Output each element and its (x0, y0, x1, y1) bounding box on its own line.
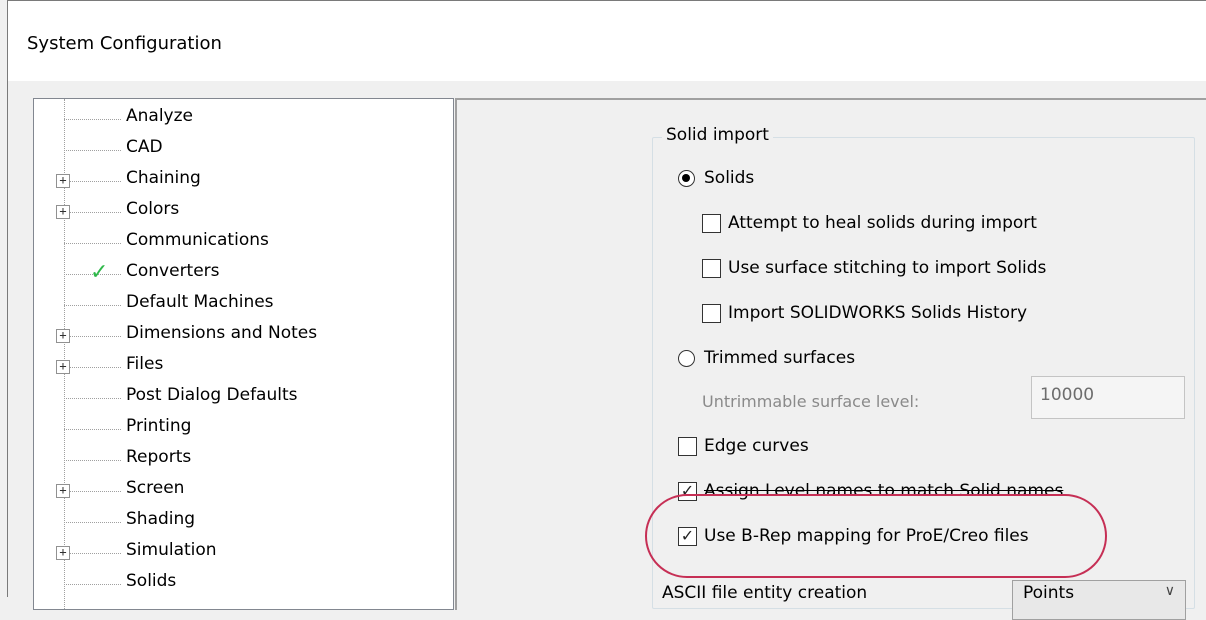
category-tree[interactable]: Analyze CAD + Chaining + Colors Communications… (33, 98, 454, 610)
expand-plus-icon[interactable]: + (56, 546, 70, 560)
checkmark-icon: ✓ (90, 260, 109, 285)
untrimmable-row: Untrimmable surface level: (702, 392, 919, 420)
tree-item-label: Dimensions and Notes (126, 323, 318, 343)
tree-item[interactable]: CAD (34, 134, 453, 165)
solidworks-history-label: Import SOLIDWORKS Solids History (728, 303, 1028, 323)
heal-solids-label: Attempt to heal solids during import (728, 213, 1037, 233)
heal-solids-checkbox[interactable] (702, 214, 721, 233)
solid-import-legend: Solid import (662, 125, 773, 145)
tree-connector (64, 429, 121, 430)
tree-item-label: Reports (126, 447, 192, 467)
ascii-entity-dropdown[interactable]: Points ∨ (1012, 580, 1186, 620)
highlight-ellipse (645, 494, 1107, 578)
tree-item[interactable]: + Files (34, 351, 453, 382)
ascii-entity-label: ASCII file entity creation (662, 583, 868, 603)
system-configuration-window: System Configuration Analyze CAD + Chaining… (7, 0, 1206, 620)
tree-item[interactable]: + Simulation (34, 537, 453, 568)
tree-connector (64, 522, 121, 523)
tree-item[interactable]: + Dimensions and Notes (34, 320, 453, 351)
untrimmable-level-input: 10000 (1031, 376, 1185, 419)
trimmed-surfaces-radio[interactable] (678, 350, 695, 367)
surface-stitching-label: Use surface stitching to import Solids (728, 258, 1047, 278)
tree-item-label: Communications (126, 230, 269, 250)
edge-curves-label: Edge curves (704, 436, 809, 456)
tree-item[interactable]: Communications (34, 227, 453, 258)
tree-item[interactable]: Post Dialog Defaults (34, 382, 453, 413)
tree-item[interactable]: Analyze (34, 103, 453, 134)
tree-item[interactable]: Reports (34, 444, 453, 475)
ascii-entity-value: Points (1023, 583, 1075, 603)
tree-item[interactable]: Shading (34, 506, 453, 537)
window-title: System Configuration (27, 33, 222, 54)
tree-connector (64, 119, 121, 120)
expand-plus-icon[interactable]: + (56, 329, 70, 343)
tree-item[interactable]: + Screen (34, 475, 453, 506)
tree-item[interactable]: + Colors (34, 196, 453, 227)
tree-connector (64, 367, 121, 368)
solids-radio[interactable] (678, 170, 695, 187)
expand-plus-icon[interactable]: + (56, 360, 70, 374)
tree-connector (64, 305, 121, 306)
tree-item-label: Printing (126, 416, 192, 436)
title-bar: System Configuration (8, 1, 1206, 81)
tree-connector (64, 460, 121, 461)
tree-connector (64, 398, 121, 399)
tree-item[interactable]: ✓ Converters (34, 258, 453, 289)
expand-plus-icon[interactable]: + (56, 205, 70, 219)
tree-connector (64, 336, 121, 337)
tree-item-label: Screen (126, 478, 185, 498)
tree-item-label: Analyze (126, 106, 193, 126)
tree-connector (64, 212, 121, 213)
tree-connector (64, 181, 121, 182)
tree-item[interactable]: Solids (34, 568, 453, 599)
tree-item-label: Chaining (126, 168, 201, 188)
trimmed-surfaces-label: Trimmed surfaces (704, 348, 856, 368)
tree-connector (64, 243, 121, 244)
tree-item-label: Post Dialog Defaults (126, 385, 298, 405)
solids-label: Solids (704, 168, 755, 188)
tree-item-label: Shading (126, 509, 196, 529)
tree-item[interactable]: Default Machines (34, 289, 453, 320)
tree-connector (64, 584, 121, 585)
tree-item-label: Solids (126, 571, 177, 591)
tree-item-label: Files (126, 354, 164, 374)
tree-item[interactable]: Printing (34, 413, 453, 444)
tree-item-label: Converters (126, 261, 220, 281)
solidworks-history-checkbox[interactable] (702, 304, 721, 323)
tree-item-label: CAD (126, 137, 163, 157)
chevron-down-icon: ∨ (1164, 583, 1175, 599)
expand-plus-icon[interactable]: + (56, 174, 70, 188)
expand-plus-icon[interactable]: + (56, 484, 70, 498)
tree-item-label: Colors (126, 199, 180, 219)
surface-stitching-checkbox[interactable] (702, 259, 721, 278)
tree-connector (64, 491, 121, 492)
tree-item[interactable]: + Chaining (34, 165, 453, 196)
edge-curves-checkbox[interactable] (678, 437, 697, 456)
tree-connector (64, 150, 121, 151)
tree-connector (64, 553, 121, 554)
tree-item-label: Simulation (126, 540, 217, 560)
tree-item-label: Default Machines (126, 292, 274, 312)
untrimmable-label: Untrimmable surface level: (702, 392, 920, 411)
